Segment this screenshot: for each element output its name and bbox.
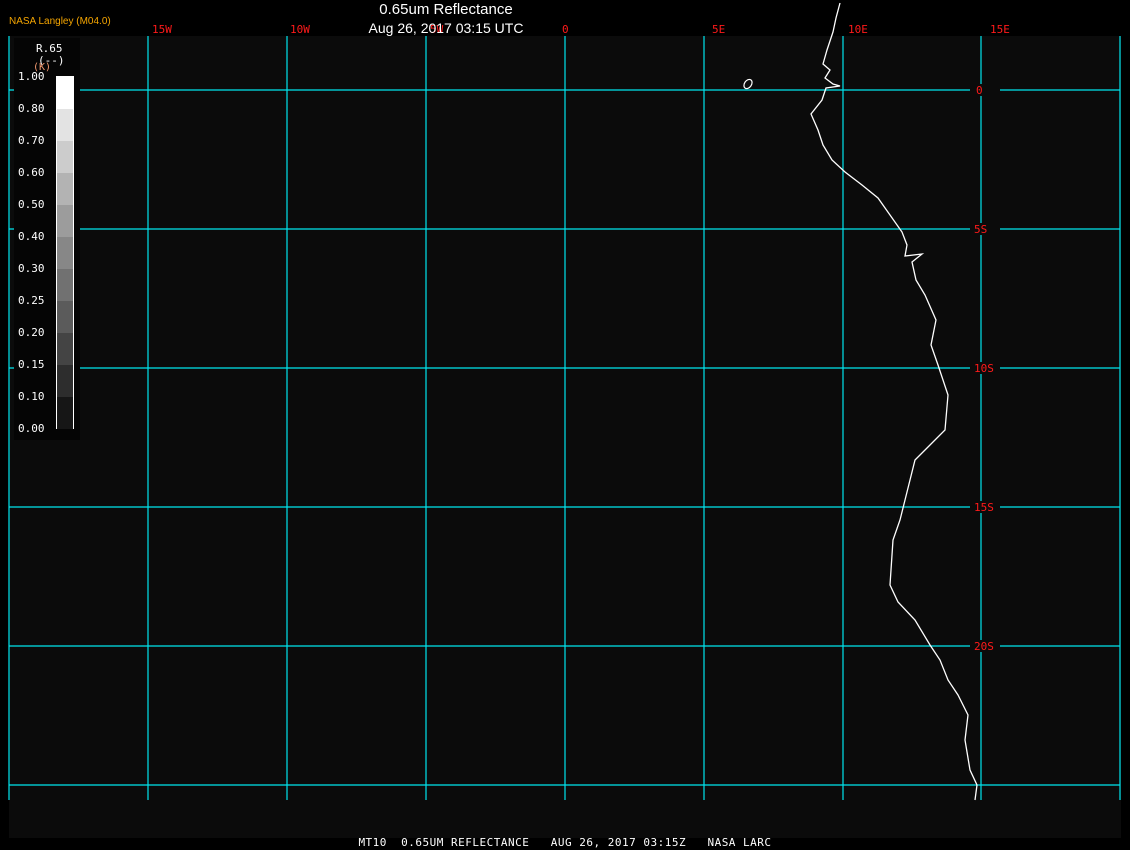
legend-tick-label: 0.00 xyxy=(18,422,45,435)
legend-swatch xyxy=(57,301,73,333)
legend-swatch xyxy=(57,109,73,141)
legend-swatch xyxy=(57,365,73,397)
legend-tick-label: 0.40 xyxy=(18,230,45,243)
legend-tick-label: 0.50 xyxy=(18,198,45,211)
legend-tick-label: 0.80 xyxy=(18,102,45,115)
legend-tick-label: 1.00 xyxy=(18,70,45,83)
legend-swatch xyxy=(57,205,73,237)
color-legend: R.65 (--) (K) 1.00 0.80 0.70 0.60 0.50 0.40 0.… xyxy=(14,38,80,440)
legend-swatch xyxy=(57,333,73,365)
latitude-label: 5S xyxy=(974,223,987,236)
legend-color-bar xyxy=(56,76,74,429)
legend-tick-label: 0.60 xyxy=(18,166,45,179)
legend-tick-label: 0.15 xyxy=(18,358,45,371)
graticule xyxy=(8,36,1121,800)
island xyxy=(743,78,753,90)
legend-tick-label: 0.20 xyxy=(18,326,45,339)
legend-swatch xyxy=(57,141,73,173)
latitude-label: 20S xyxy=(974,640,994,653)
image-timestamp: Aug 26, 2017 03:15 UTC xyxy=(368,20,524,36)
legend-tick-label: 0.70 xyxy=(18,134,45,147)
coastline xyxy=(810,2,978,801)
map-canvas: 15W 10W 5W 0 5E 10E 15E05S10S15S20S xyxy=(8,2,1121,801)
legend-swatch xyxy=(57,77,73,109)
legend-tick-label: 0.30 xyxy=(18,262,45,275)
legend-tick-label: 0.25 xyxy=(18,294,45,307)
graticule-labels: 15W 10W 5W 0 5E 10E 15E05S10S15S20S xyxy=(152,23,1010,653)
legend-tick-label: 0.10 xyxy=(18,390,45,403)
longitude-label: 15E xyxy=(990,23,1010,36)
latitude-label: 10S xyxy=(974,362,994,375)
legend-swatch xyxy=(57,269,73,301)
latitude-label: 0 xyxy=(976,84,983,97)
footer-caption: MT10 0.65UM REFLECTANCE AUG 26, 2017 03:… xyxy=(358,836,772,849)
latitude-label: 15S xyxy=(974,501,994,514)
legend-swatch xyxy=(57,397,73,429)
legend-swatch xyxy=(57,237,73,269)
legend-swatch xyxy=(57,173,73,205)
